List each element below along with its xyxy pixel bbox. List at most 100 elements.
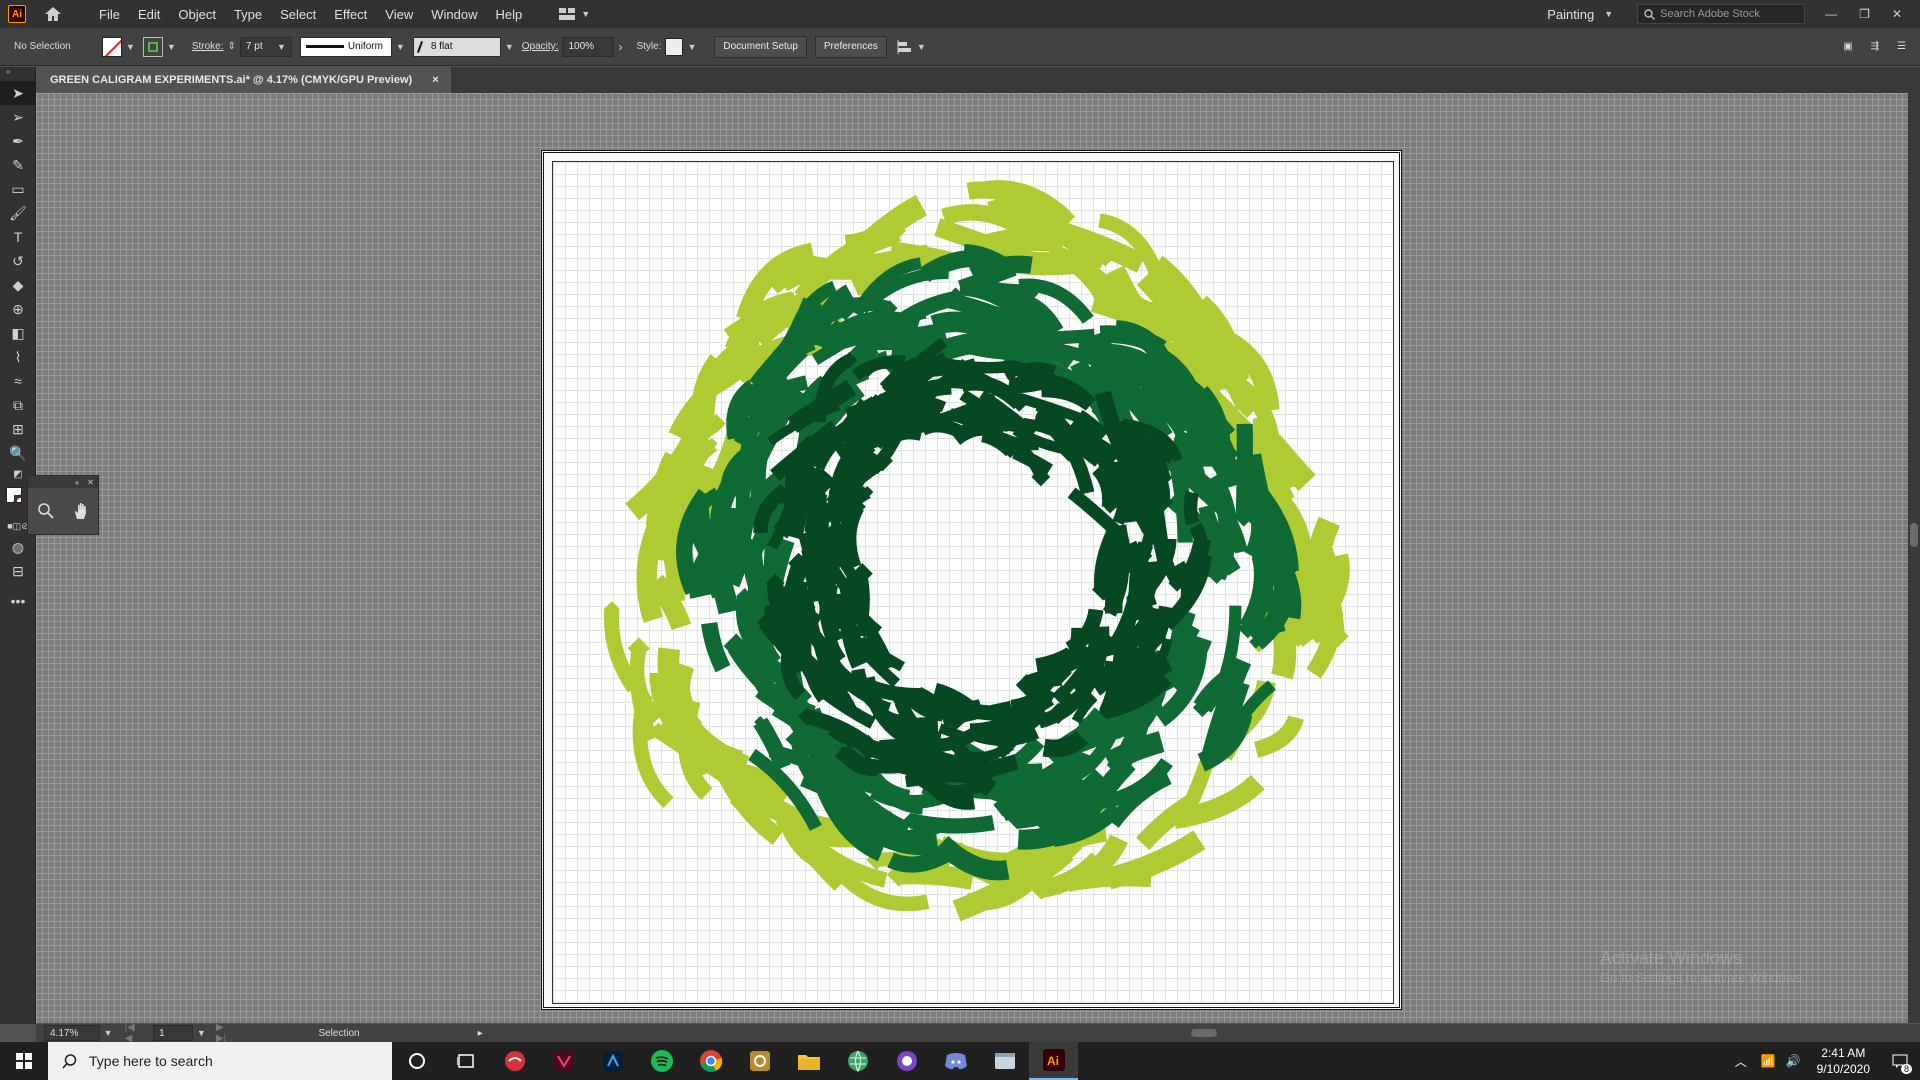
preferences-button[interactable]: Preferences bbox=[814, 35, 887, 58]
eyedropper-tool-icon[interactable]: ⌇ bbox=[0, 345, 36, 369]
app-photoshop-icon[interactable] bbox=[588, 1042, 637, 1080]
calligraphy-stroke[interactable] bbox=[827, 593, 848, 630]
menu-edit[interactable]: Edit bbox=[129, 7, 169, 22]
menu-effect[interactable]: Effect bbox=[325, 7, 376, 22]
collapse-arrows-icon[interactable]: » bbox=[0, 67, 35, 81]
status-menu-icon[interactable]: ▸ bbox=[478, 1028, 483, 1039]
close-icon[interactable]: ✕ bbox=[87, 478, 94, 487]
calligraphy-stroke[interactable] bbox=[1042, 730, 1089, 758]
close-icon[interactable]: ✕ bbox=[1892, 7, 1902, 21]
brush-definition[interactable]: 8 flat ▼ bbox=[412, 36, 514, 57]
document-tab[interactable]: GREEN CALIGRAM EXPERIMENTS.ai* @ 4.17% (… bbox=[36, 67, 451, 93]
menu-view[interactable]: View bbox=[376, 7, 422, 22]
document-setup-button[interactable]: Document Setup bbox=[714, 35, 807, 58]
zoom-tool-icon[interactable]: 🔍 bbox=[0, 441, 36, 465]
stroke-weight-field[interactable]: 7 pt ▼ bbox=[239, 36, 292, 57]
menu-select[interactable]: Select bbox=[271, 7, 325, 22]
artboard-tool-icon[interactable]: ⊞ bbox=[0, 417, 36, 441]
direct-selection-tool-icon[interactable]: ➢ bbox=[0, 105, 36, 129]
stroke-label[interactable]: Stroke: bbox=[192, 41, 224, 52]
curvature-tool-icon[interactable]: ✎ bbox=[0, 153, 36, 177]
calligraphy-stroke[interactable] bbox=[742, 581, 766, 660]
current-tool-status[interactable]: Selection bbox=[318, 1028, 359, 1039]
cortana-icon[interactable] bbox=[392, 1042, 441, 1080]
stroke-indicator[interactable] bbox=[14, 495, 28, 509]
chevron-down-icon[interactable]: ▼ bbox=[396, 42, 405, 52]
scroll-thumb[interactable] bbox=[1910, 523, 1918, 547]
task-view-icon[interactable] bbox=[441, 1042, 490, 1080]
restore-icon[interactable]: ❐ bbox=[1859, 7, 1870, 21]
menu-file[interactable]: File bbox=[90, 7, 129, 22]
calligraphy-stroke[interactable] bbox=[1066, 868, 1152, 892]
rectangle-tool-icon[interactable]: ▭ bbox=[0, 177, 36, 201]
chevron-down-icon[interactable]: ▼ bbox=[687, 42, 696, 52]
next-artboard-icon[interactable]: ▶ ▶| bbox=[216, 1022, 237, 1044]
action-center-icon[interactable]: 8 bbox=[1880, 1042, 1920, 1080]
chevron-down-icon[interactable]: ▼ bbox=[104, 1028, 113, 1038]
calligram-wreath-artwork[interactable] bbox=[553, 162, 1395, 1005]
calligraphy-stroke[interactable] bbox=[1239, 546, 1274, 634]
blend-tool-icon[interactable]: ≈ bbox=[0, 369, 36, 393]
app-gear-icon[interactable] bbox=[735, 1042, 784, 1080]
drawing-modes-icon[interactable]: ◍ bbox=[0, 535, 36, 559]
panel-header[interactable]: « ✕ bbox=[28, 476, 98, 488]
stroke-swatch[interactable] bbox=[142, 36, 163, 57]
calligraphy-stroke[interactable] bbox=[1012, 445, 1053, 477]
artboard-number-field[interactable]: 1 bbox=[153, 1025, 193, 1041]
calligraphy-stroke[interactable] bbox=[1091, 461, 1120, 509]
first-artboard-icon[interactable]: |◀ ◀ bbox=[125, 1022, 146, 1044]
variable-width-profile[interactable]: Uniform ▼ bbox=[299, 36, 405, 57]
calligraphy-stroke[interactable] bbox=[971, 725, 1040, 747]
zoom-level-field[interactable]: 4.17% bbox=[44, 1025, 100, 1041]
selection-tool-icon[interactable]: ➤ bbox=[0, 81, 36, 105]
home-icon[interactable] bbox=[42, 3, 64, 25]
stepper-icon[interactable]: ⇕ bbox=[228, 41, 236, 52]
eraser-tool-icon[interactable]: ◆ bbox=[0, 273, 36, 297]
menu-type[interactable]: Type bbox=[225, 7, 271, 22]
close-tab-icon[interactable]: × bbox=[432, 74, 438, 86]
calligraphy-stroke[interactable] bbox=[973, 227, 1066, 261]
chevron-down-icon[interactable]: ▼ bbox=[505, 42, 514, 52]
discord-icon[interactable] bbox=[931, 1042, 980, 1080]
collapse-icon[interactable]: « bbox=[75, 478, 79, 487]
taskbar-clock[interactable]: 2:41 AM 9/10/2020 bbox=[1817, 1045, 1870, 1077]
taskbar-search-box[interactable]: Type here to search bbox=[48, 1042, 392, 1080]
calligraphy-stroke[interactable] bbox=[1270, 622, 1297, 680]
file-explorer-icon[interactable] bbox=[784, 1042, 833, 1080]
chevron-right-icon[interactable]: › bbox=[618, 40, 622, 54]
network-icon[interactable]: 📶 bbox=[1761, 1054, 1776, 1068]
workspace-switcher[interactable]: Painting ▼ bbox=[1547, 7, 1613, 22]
adobe-stock-search[interactable]: Search Adobe Stock bbox=[1637, 4, 1806, 24]
hand-tool-icon[interactable] bbox=[73, 502, 89, 520]
brush-field[interactable]: 8 flat bbox=[412, 36, 501, 57]
spotify-icon[interactable] bbox=[637, 1042, 686, 1080]
illustrator-taskbar-icon[interactable]: Ai bbox=[1029, 1042, 1078, 1080]
app-purple-icon[interactable] bbox=[882, 1042, 931, 1080]
start-button[interactable] bbox=[0, 1042, 48, 1080]
gradient-tool-icon[interactable]: ◧ bbox=[0, 321, 36, 345]
symbol-sprayer-tool-icon[interactable]: ⧉ bbox=[0, 393, 36, 417]
artboard[interactable] bbox=[552, 161, 1394, 1004]
opacity-label[interactable]: Opacity: bbox=[522, 41, 559, 52]
paintbrush-tool-icon[interactable]: 🖌 bbox=[0, 201, 36, 225]
scroll-thumb[interactable] bbox=[1190, 1029, 1217, 1037]
chevron-down-icon[interactable]: ▼ bbox=[277, 42, 286, 52]
calligraphy-stroke[interactable] bbox=[1235, 423, 1253, 519]
calligraphy-stroke[interactable] bbox=[1253, 714, 1304, 758]
app-globe-icon[interactable] bbox=[833, 1042, 882, 1080]
calligraphy-stroke[interactable] bbox=[1183, 491, 1200, 526]
profile-field[interactable]: Uniform bbox=[299, 36, 392, 57]
app-red-circle-icon[interactable] bbox=[490, 1042, 539, 1080]
calligraphy-stroke[interactable] bbox=[1244, 497, 1273, 562]
shape-builder-tool-icon[interactable]: ⊕ bbox=[0, 297, 36, 321]
zoom-tool-icon[interactable] bbox=[37, 503, 54, 519]
volume-icon[interactable]: 🔊 bbox=[1786, 1054, 1801, 1068]
align-options[interactable]: ▼ bbox=[897, 39, 926, 54]
calligraphy-stroke[interactable] bbox=[701, 622, 731, 673]
calligraphy-stroke[interactable] bbox=[1011, 775, 1070, 797]
fill-control[interactable]: ▼ bbox=[102, 36, 135, 57]
menu-object[interactable]: Object bbox=[169, 7, 225, 22]
calligraphy-stroke[interactable] bbox=[909, 813, 995, 834]
edit-toolbar-icon[interactable]: ••• bbox=[0, 589, 36, 613]
menu-window[interactable]: Window bbox=[422, 7, 486, 22]
